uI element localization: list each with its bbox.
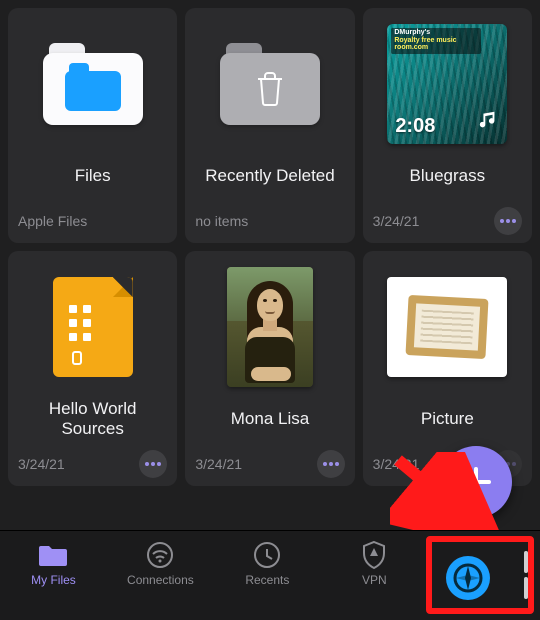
tile-mona-lisa[interactable]: Mona Lisa 3/24/21 (185, 251, 354, 486)
album-art-icon: DMurphy's Royalty free music room.com 2:… (387, 24, 507, 144)
tab-label: My Files (31, 573, 76, 587)
tab-label: Connections (127, 573, 194, 587)
zip-archive-icon (33, 267, 153, 387)
tab-vpn[interactable]: VPN (321, 541, 428, 587)
tile-picture[interactable]: Picture 3/24/21 (363, 251, 532, 486)
add-button[interactable] (440, 446, 512, 518)
tile-hello-world-sources[interactable]: Hello World Sources 3/24/21 (8, 251, 177, 486)
tile-meta: 3/24/21 (18, 456, 65, 472)
plus-icon (459, 465, 493, 499)
clock-icon (253, 541, 281, 569)
tab-recents[interactable]: Recents (214, 541, 321, 587)
tab-label: VPN (362, 573, 387, 587)
more-button[interactable] (139, 450, 167, 478)
folder-icon (38, 541, 68, 569)
tile-title: Picture (421, 397, 474, 441)
music-note-icon (477, 109, 499, 136)
tile-meta: 3/24/21 (373, 213, 420, 229)
tile-meta: 3/24/21 (373, 456, 420, 472)
more-button[interactable] (494, 207, 522, 235)
tile-title: Hello World Sources (16, 397, 169, 441)
tile-bluegrass[interactable]: DMurphy's Royalty free music room.com 2:… (363, 8, 532, 243)
album-banner-line1: DMurphy's (394, 29, 478, 37)
tile-title: Mona Lisa (231, 397, 309, 441)
tile-meta: Apple Files (18, 213, 87, 229)
browser-button[interactable] (446, 556, 490, 600)
shield-icon (361, 541, 387, 569)
file-grid: Files Apple Files Recently Deleted no it… (0, 0, 540, 494)
image-thumbnail-icon (387, 267, 507, 387)
image-thumbnail-icon (210, 267, 330, 387)
folder-blue-icon (33, 24, 153, 144)
tab-my-files[interactable]: My Files (0, 541, 107, 587)
tile-files[interactable]: Files Apple Files (8, 8, 177, 243)
tile-title: Files (75, 154, 111, 198)
tab-connections[interactable]: Connections (107, 541, 214, 587)
tab-label: Recents (245, 573, 289, 587)
wifi-icon (146, 541, 174, 569)
album-duration: 2:08 (395, 115, 435, 138)
trash-folder-icon (210, 24, 330, 144)
drag-handle-icon[interactable] (522, 550, 530, 600)
tile-meta: 3/24/21 (195, 456, 242, 472)
tile-title: Recently Deleted (205, 154, 334, 198)
album-banner-line2: Royalty free music room.com (394, 37, 478, 52)
annotation-highlight (426, 536, 534, 614)
tile-meta: no items (195, 213, 248, 229)
tile-title: Bluegrass (410, 154, 486, 198)
more-button[interactable] (317, 450, 345, 478)
compass-icon (453, 563, 483, 593)
tile-recently-deleted[interactable]: Recently Deleted no items (185, 8, 354, 243)
